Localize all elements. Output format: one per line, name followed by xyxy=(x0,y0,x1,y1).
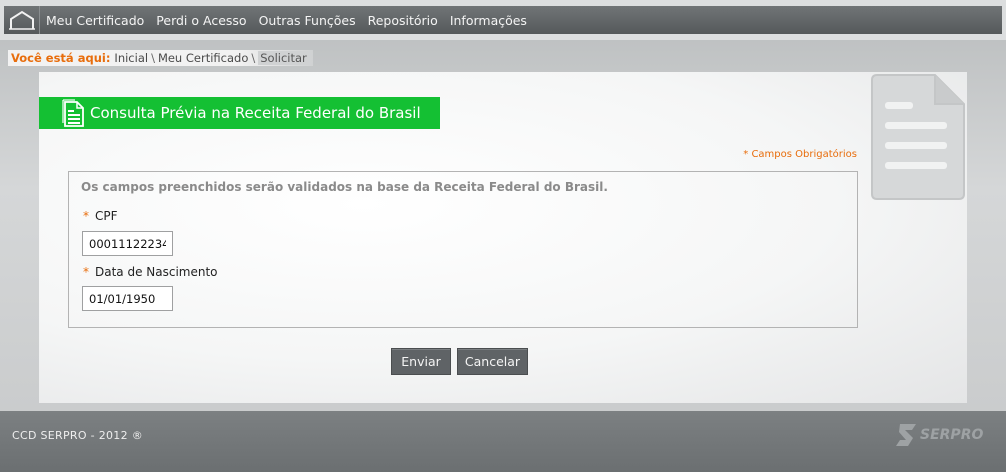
breadcrumb-separator: \ xyxy=(151,51,155,65)
breadcrumb-item-solicitar: Solicitar xyxy=(258,51,309,65)
nav-informacoes[interactable]: Informações xyxy=(444,13,533,28)
form-info-text: Os campos preenchidos serão validados na… xyxy=(81,180,608,194)
cpf-label: * CPF xyxy=(83,209,118,223)
breadcrumb-separator: \ xyxy=(251,51,256,65)
cpf-input[interactable] xyxy=(82,231,173,256)
breadcrumb: Você está aqui: Inicial \ Meu Certificad… xyxy=(8,50,313,66)
home-icon xyxy=(8,10,35,30)
serpro-logo: SERPRO xyxy=(896,420,986,450)
document-decoration-icon xyxy=(871,74,965,200)
breadcrumb-label: Você está aqui: xyxy=(11,51,111,65)
nav-perdi-o-acesso[interactable]: Perdi o Acesso xyxy=(150,13,252,28)
submit-button[interactable]: Enviar xyxy=(391,348,451,375)
page-title: Consulta Prévia na Receita Federal do Br… xyxy=(90,104,421,122)
footer-copyright: CCD SERPRO - 2012 ® xyxy=(12,429,143,442)
birthdate-label-text: Data de Nascimento xyxy=(95,265,218,279)
page-title-bar: Consulta Prévia na Receita Federal do Br… xyxy=(39,97,440,129)
cpf-label-text: CPF xyxy=(95,209,118,223)
birthdate-input[interactable] xyxy=(82,286,173,311)
form-fieldset: Os campos preenchidos serão validados na… xyxy=(68,171,858,328)
nav-repositorio[interactable]: Repositório xyxy=(362,13,444,28)
top-bar: Meu Certificado Perdi o Acesso Outras Fu… xyxy=(0,0,1006,40)
serpro-logo-text: SERPRO xyxy=(920,427,984,443)
required-marker: * xyxy=(83,209,89,223)
cancel-button[interactable]: Cancelar xyxy=(457,348,528,375)
home-button[interactable] xyxy=(4,6,40,34)
document-icon xyxy=(62,99,84,127)
breadcrumb-item-inicial[interactable]: Inicial xyxy=(114,51,148,65)
nav-meu-certificado[interactable]: Meu Certificado xyxy=(40,13,150,28)
required-fields-note: * Campos Obrigatórios xyxy=(743,149,857,160)
serpro-logo-icon xyxy=(896,424,916,446)
required-marker: * xyxy=(83,265,89,279)
breadcrumb-item-meu-certificado[interactable]: Meu Certificado xyxy=(158,51,248,65)
footer: CCD SERPRO - 2012 ® SERPRO xyxy=(0,411,1006,472)
nav-outras-funcoes[interactable]: Outras Funções xyxy=(253,13,362,28)
main-panel: Consulta Prévia na Receita Federal do Br… xyxy=(39,72,967,403)
birthdate-label: * Data de Nascimento xyxy=(83,265,218,279)
main-nav: Meu Certificado Perdi o Acesso Outras Fu… xyxy=(4,6,1002,34)
